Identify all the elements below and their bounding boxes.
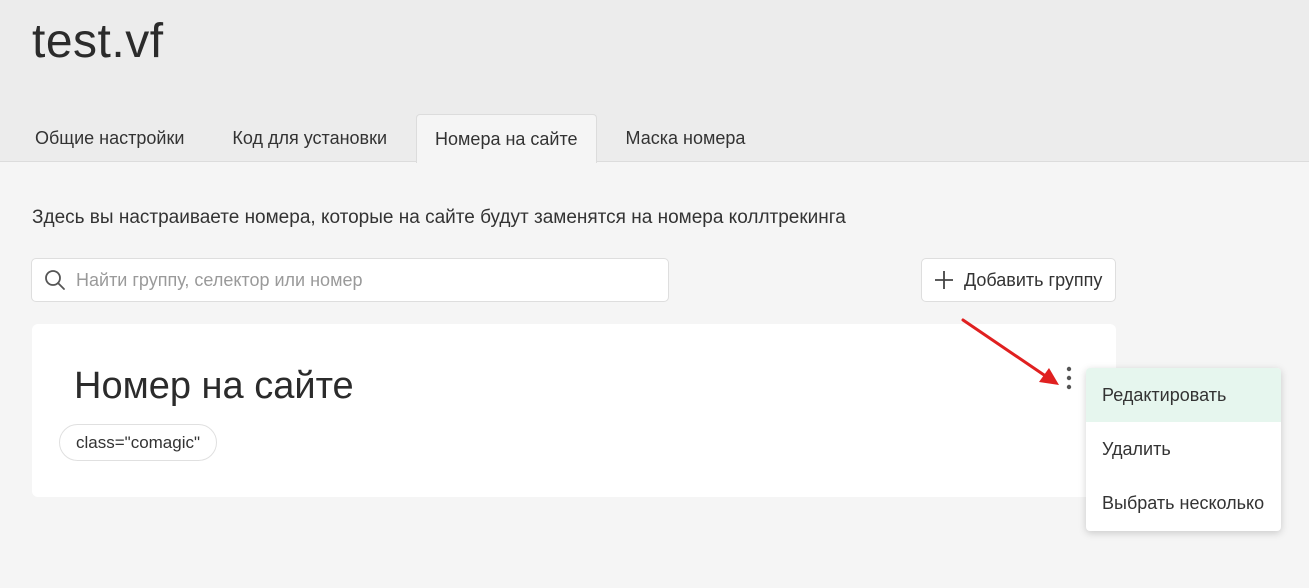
search-box[interactable] [31, 258, 669, 302]
menu-item-edit[interactable]: Редактировать [1086, 368, 1281, 422]
plus-icon [934, 270, 954, 290]
tab-bar: Общие настройки Код для установки Номера… [16, 114, 774, 163]
tab-number-mask[interactable]: Маска номера [607, 114, 765, 162]
search-icon [44, 269, 66, 291]
group-title: Номер на сайте [74, 365, 354, 407]
site-title: test.vf [32, 15, 164, 68]
site-header: test.vf Общие настройки Код для установк… [0, 0, 1309, 163]
group-card: Номер на сайте class="comagic" [32, 324, 1116, 497]
page-description: Здесь вы настраиваете номера, которые на… [32, 207, 846, 228]
add-group-label: Добавить группу [964, 269, 1103, 290]
tab-site-numbers[interactable]: Номера на сайте [416, 114, 597, 163]
tab-general-settings[interactable]: Общие настройки [16, 114, 203, 162]
menu-item-delete[interactable]: Удалить [1086, 422, 1281, 476]
menu-item-select-multiple[interactable]: Выбрать несколько [1086, 476, 1281, 530]
kebab-menu-icon[interactable] [1059, 364, 1079, 394]
search-input[interactable] [74, 268, 638, 292]
add-group-button[interactable]: Добавить группу [921, 258, 1116, 302]
tab-install-code[interactable]: Код для установки [213, 114, 406, 162]
selector-chip: class="comagic" [59, 424, 218, 461]
group-context-menu: Редактировать Удалить Выбрать несколько [1086, 368, 1281, 531]
